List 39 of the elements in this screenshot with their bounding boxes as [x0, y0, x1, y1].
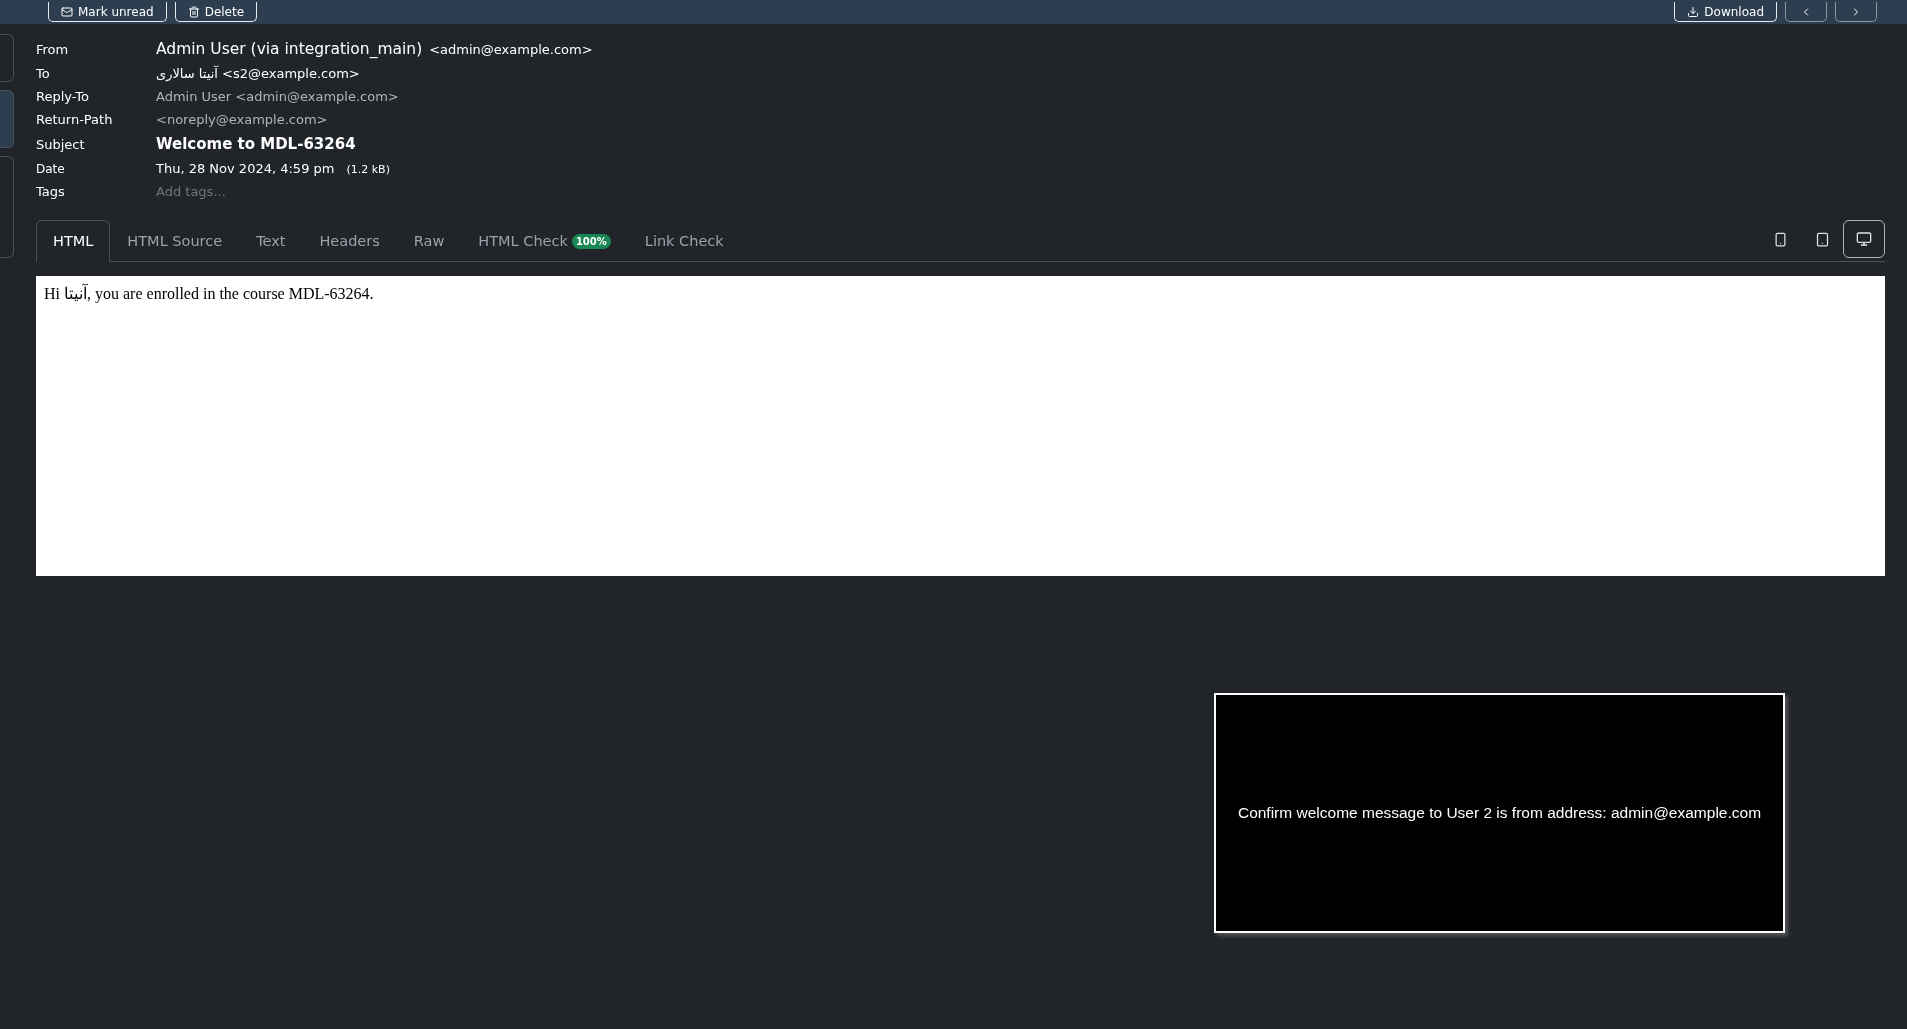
header-label: From	[36, 41, 70, 57]
tab[interactable]: HTML	[36, 220, 111, 262]
header-value: Thu, 28 Nov 2024, 4:59 pm	[156, 161, 335, 176]
score-badge: 100%	[571, 233, 611, 249]
tablet-icon	[1814, 231, 1830, 247]
header-label: Date	[36, 161, 66, 176]
trash-icon	[187, 5, 200, 18]
tab[interactable]: HTML Check 100%	[461, 220, 628, 262]
header-value: <noreply@example.com>	[156, 112, 328, 127]
header-value: Admin User <admin@example.com>	[156, 89, 399, 104]
header-value: Admin User (via integration_main)	[156, 40, 423, 58]
message-size: (1.2 kB)	[346, 163, 390, 176]
toolbar-button[interactable]: Download	[1674, 2, 1777, 22]
mail-icon	[61, 5, 73, 18]
tab[interactable]: Raw	[396, 220, 462, 262]
header-label: Reply-To	[36, 89, 90, 104]
caption-text: Confirm welcome message to User 2 is from address: admin@example.com	[1237, 804, 1762, 822]
phone-icon	[1772, 231, 1788, 247]
sender-address: <admin@example.com>	[429, 42, 593, 57]
sidebar-panel	[0, 90, 14, 148]
toolbar-button[interactable]: Delete	[174, 2, 258, 22]
header-label: Subject	[36, 136, 86, 152]
tab[interactable]: Link Check	[627, 220, 741, 262]
tab[interactable]: HTML Source	[110, 220, 240, 262]
download-icon	[1687, 5, 1700, 18]
tab[interactable]: Headers	[302, 220, 397, 262]
header-value: Welcome to MDL-63264	[156, 135, 356, 153]
tab[interactable]: Text	[239, 220, 303, 262]
header-value: آنیتا سالاری <s2@example.com>	[156, 66, 360, 81]
header-label: Return-Path	[36, 112, 114, 127]
tags-field[interactable]: Add tags...	[156, 184, 226, 199]
message-text: Hi آنیتا, you are enrolled in the course MDL-63264.	[44, 284, 375, 303]
previous-button[interactable]	[1785, 2, 1827, 22]
header-label: To	[36, 66, 51, 81]
monitor-icon	[1856, 231, 1872, 247]
next-button[interactable]	[1835, 2, 1877, 22]
view-mode-button[interactable]	[1843, 220, 1885, 258]
header-label: Tags	[36, 184, 66, 199]
toolbar-button[interactable]: Mark unread	[48, 2, 167, 22]
